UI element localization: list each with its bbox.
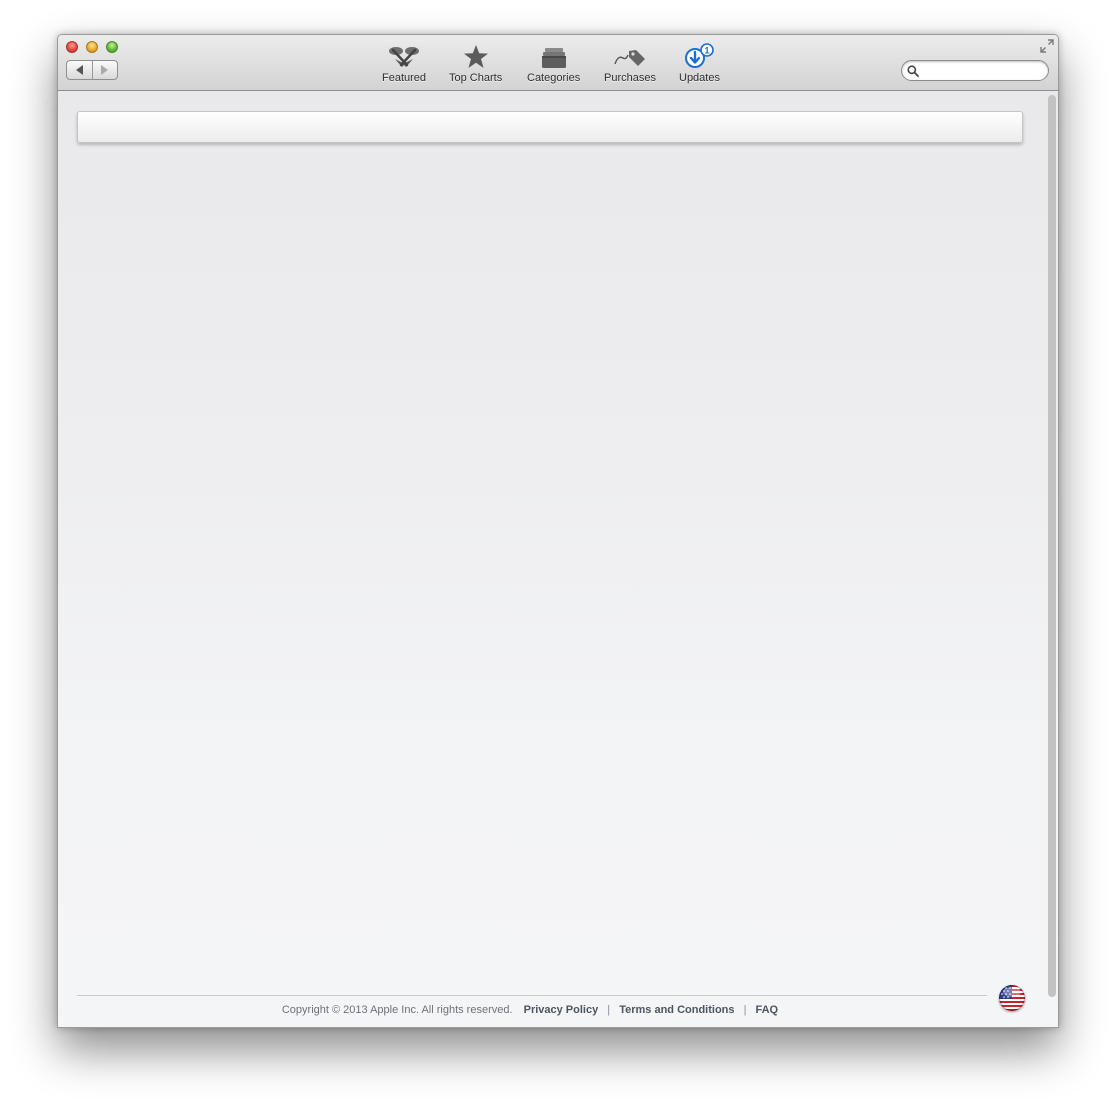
forward-button[interactable] xyxy=(93,61,118,79)
toolbar-item-featured[interactable]: Featured xyxy=(382,43,426,84)
minimize-window-button[interactable] xyxy=(86,41,98,53)
toolbar: Featured Top Charts Categories Purchases… xyxy=(58,35,1058,91)
star-icon xyxy=(463,45,488,68)
terms-and-conditions-link[interactable]: Terms and Conditions xyxy=(619,1004,734,1016)
search-input[interactable] xyxy=(922,63,1046,80)
toolbar-item-updates[interactable]: 1 Updates xyxy=(679,43,720,84)
privacy-policy-link[interactable]: Privacy Policy xyxy=(524,1004,599,1016)
scrollbar-thumb[interactable] xyxy=(1048,95,1056,997)
updates-icon: 1 xyxy=(685,43,715,68)
footer-separator: | xyxy=(607,1004,611,1016)
back-button[interactable] xyxy=(67,61,93,79)
forward-arrow-icon xyxy=(101,65,109,75)
toolbar-item-label: Categories xyxy=(527,72,581,84)
toolbar-item-categories[interactable]: Categories xyxy=(527,43,580,84)
footer-divider xyxy=(77,995,987,996)
updates-badge: 1 xyxy=(705,46,710,56)
back-forward-control xyxy=(66,60,118,80)
content-banner xyxy=(77,111,1023,143)
toolbar-item-label: Purchases xyxy=(604,72,656,84)
toolbar-item-label: Featured xyxy=(382,72,427,84)
toolbar-item-label: Top Charts xyxy=(449,72,503,84)
copyright-text: Copyright © 2013 Apple Inc. All rights r… xyxy=(281,1004,513,1016)
us-flag-icon[interactable] xyxy=(999,985,1025,1011)
zoom-window-button[interactable] xyxy=(106,41,118,53)
featured-icon xyxy=(389,47,420,67)
back-arrow-icon xyxy=(75,65,83,75)
categories-icon xyxy=(541,48,566,68)
price-tag-icon xyxy=(614,50,645,66)
toolbar-item-purchases[interactable]: Purchases xyxy=(604,43,656,84)
search-field[interactable] xyxy=(901,60,1049,81)
main-content: Copyright © 2013 Apple Inc. All rights r… xyxy=(58,91,1058,1027)
faq-link[interactable]: FAQ xyxy=(756,1004,779,1016)
search-icon xyxy=(907,65,919,77)
footer-separator: | xyxy=(743,1004,747,1016)
toolbar-item-label: Updates xyxy=(679,72,720,84)
vertical-scrollbar[interactable] xyxy=(1048,95,1056,997)
footer: Copyright © 2013 Apple Inc. All rights r… xyxy=(58,1004,1002,1016)
fullscreen-icon[interactable] xyxy=(1040,39,1054,53)
close-window-button[interactable] xyxy=(66,41,78,53)
app-store-window: Featured Top Charts Categories Purchases… xyxy=(57,34,1059,1028)
toolbar-item-top-charts[interactable]: Top Charts xyxy=(449,43,502,84)
